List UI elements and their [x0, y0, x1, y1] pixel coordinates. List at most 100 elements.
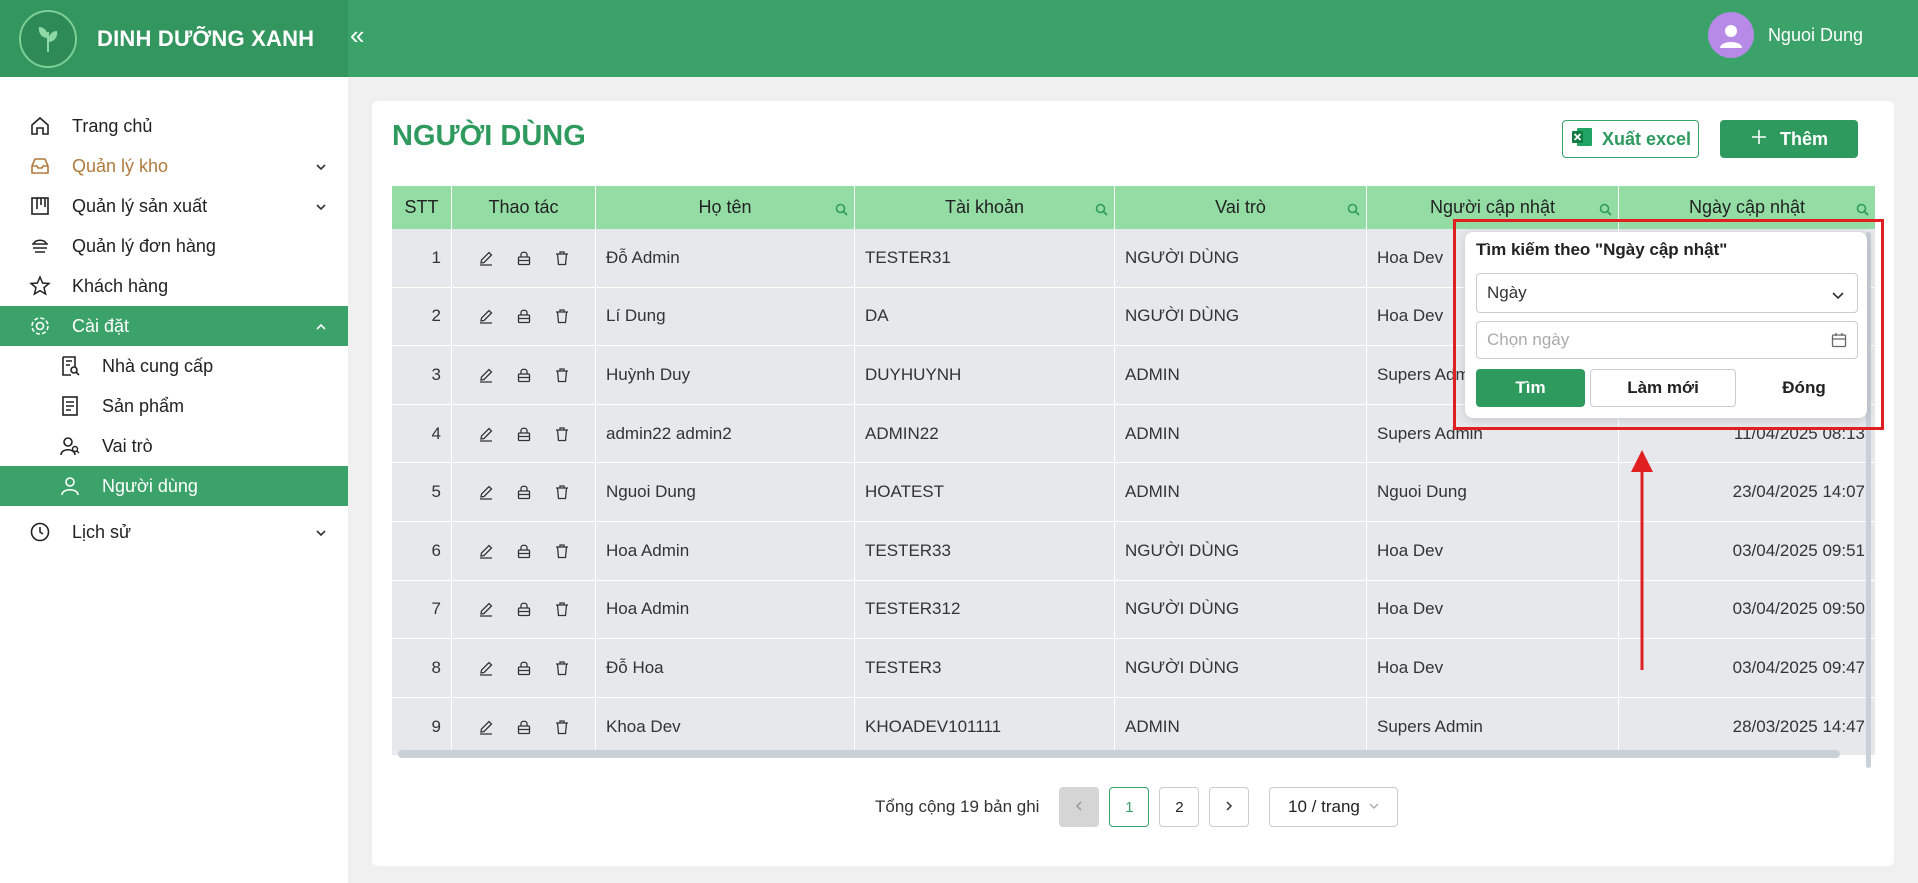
- cell-name: Hoa Admin: [596, 521, 855, 580]
- edit-icon[interactable]: [477, 425, 495, 443]
- sidebar-item-label: Cài đặt: [72, 315, 130, 336]
- trash-icon[interactable]: [553, 366, 571, 384]
- collapse-sidebar-button[interactable]: «: [350, 20, 364, 51]
- column-header-account: Tài khoản: [855, 186, 1115, 229]
- trash-icon[interactable]: [553, 425, 571, 443]
- add-button[interactable]: Thêm: [1720, 120, 1858, 158]
- edit-icon[interactable]: [477, 542, 495, 560]
- column-header-role: Vai trò: [1115, 186, 1367, 229]
- export-excel-label: Xuất excel: [1601, 128, 1692, 149]
- excel-icon: [1570, 126, 1594, 153]
- product-icon: [58, 394, 82, 418]
- cell-actions: [452, 521, 596, 580]
- chevron-up-icon: [314, 318, 328, 339]
- sidebar-item-orders[interactable]: Quản lý đơn hàng: [0, 226, 348, 266]
- cell-updated-by: Hoa Dev: [1367, 580, 1619, 639]
- edit-icon[interactable]: [477, 307, 495, 325]
- trash-icon[interactable]: [553, 307, 571, 325]
- chevron-left-icon: [1073, 799, 1085, 816]
- page-1-button[interactable]: 1: [1109, 787, 1150, 827]
- sidebar: Trang chủ Quản lý kho Quản lý sản xuất Q…: [0, 77, 348, 883]
- page-size-select[interactable]: 10 / trang: [1269, 787, 1399, 827]
- cell-stt: 1: [392, 229, 452, 287]
- cell-name: admin22 admin2: [596, 404, 855, 463]
- prev-page-button[interactable]: [1059, 787, 1100, 827]
- cell-updated-by: Hoa Dev: [1367, 521, 1619, 580]
- supplier-icon: [58, 354, 82, 378]
- trash-icon[interactable]: [553, 659, 571, 677]
- cell-updated-date: 03/04/2025 09:51: [1619, 521, 1876, 580]
- lock-icon[interactable]: [515, 483, 533, 501]
- sidebar-item-label: Trang chủ: [72, 115, 153, 136]
- cell-account: ADMIN22: [855, 404, 1115, 463]
- sidebar-item-label: Vai trò: [102, 435, 153, 456]
- lock-icon[interactable]: [515, 718, 533, 736]
- search-icon[interactable]: [1095, 200, 1108, 221]
- edit-icon[interactable]: [477, 600, 495, 618]
- trash-icon[interactable]: [553, 600, 571, 618]
- highlight-box: [1453, 219, 1884, 430]
- cell-updated-date: 03/04/2025 09:47: [1619, 639, 1876, 697]
- cell-stt: 9: [392, 697, 452, 756]
- trash-icon[interactable]: [553, 249, 571, 267]
- sidebar-item-production[interactable]: Quản lý sản xuất: [0, 186, 348, 226]
- star-icon: [28, 274, 52, 298]
- cell-name: Huỳnh Duy: [596, 346, 855, 404]
- total-records: Tổng cộng 19 bản ghi: [875, 797, 1040, 816]
- cell-name: Nguoi Dung: [596, 463, 855, 521]
- lock-icon[interactable]: [515, 659, 533, 677]
- horizontal-scrollbar[interactable]: [398, 750, 1840, 758]
- cell-account: HOATEST: [855, 463, 1115, 521]
- lock-icon[interactable]: [515, 366, 533, 384]
- role-icon: [58, 434, 82, 458]
- edit-icon[interactable]: [477, 659, 495, 677]
- cell-stt: 8: [392, 639, 452, 697]
- search-icon[interactable]: [1599, 200, 1612, 221]
- page-2-button[interactable]: 2: [1159, 787, 1200, 827]
- cell-account: TESTER312: [855, 580, 1115, 639]
- lock-icon[interactable]: [515, 307, 533, 325]
- edit-icon[interactable]: [477, 366, 495, 384]
- lock-icon[interactable]: [515, 425, 533, 443]
- user-menu[interactable]: Nguoi Dung: [1707, 12, 1863, 58]
- cell-stt: 7: [392, 580, 452, 639]
- sidebar-item-roles[interactable]: Vai trò: [0, 426, 348, 466]
- trash-icon[interactable]: [553, 542, 571, 560]
- cell-updated-by: Supers Admin: [1367, 697, 1619, 756]
- lock-icon[interactable]: [515, 542, 533, 560]
- avatar[interactable]: [1707, 12, 1754, 58]
- trash-icon[interactable]: [553, 483, 571, 501]
- cell-updated-by: Nguoi Dung: [1367, 463, 1619, 521]
- lock-icon[interactable]: [515, 249, 533, 267]
- cell-updated-date: 03/04/2025 09:50: [1619, 580, 1876, 639]
- column-header-name: Họ tên: [596, 186, 855, 229]
- cell-role: ADMIN: [1115, 697, 1367, 756]
- cell-role: NGƯỜI DÙNG: [1115, 229, 1367, 287]
- search-icon[interactable]: [1856, 200, 1869, 221]
- cell-stt: 3: [392, 346, 452, 404]
- board-icon: [28, 194, 52, 218]
- edit-icon[interactable]: [477, 483, 495, 501]
- sidebar-item-warehouse[interactable]: Quản lý kho: [0, 146, 348, 186]
- annotation-arrow: [1631, 450, 1653, 670]
- cell-account: DUYHUYNH: [855, 346, 1115, 404]
- cell-actions: [452, 697, 596, 756]
- user-icon: [58, 474, 82, 498]
- sidebar-item-products[interactable]: Sản phẩm: [0, 386, 348, 426]
- cell-actions: [452, 229, 596, 287]
- edit-icon[interactable]: [477, 718, 495, 736]
- search-icon[interactable]: [835, 200, 848, 221]
- sidebar-item-users[interactable]: Người dùng: [0, 466, 348, 506]
- trash-icon[interactable]: [553, 718, 571, 736]
- next-page-button[interactable]: [1209, 787, 1250, 827]
- export-excel-button[interactable]: Xuất excel: [1562, 120, 1699, 158]
- lock-icon[interactable]: [515, 600, 533, 618]
- search-icon[interactable]: [1347, 200, 1360, 221]
- sidebar-item-customers[interactable]: Khách hàng: [0, 266, 348, 306]
- sidebar-item-settings[interactable]: Cài đặt: [0, 306, 348, 346]
- sidebar-item-suppliers[interactable]: Nhà cung cấp: [0, 346, 348, 386]
- sidebar-item-history[interactable]: Lịch sử: [0, 512, 348, 552]
- edit-icon[interactable]: [477, 249, 495, 267]
- sidebar-item-home[interactable]: Trang chủ: [0, 106, 348, 146]
- sidebar-item-label: Quản lý sản xuất: [72, 195, 208, 216]
